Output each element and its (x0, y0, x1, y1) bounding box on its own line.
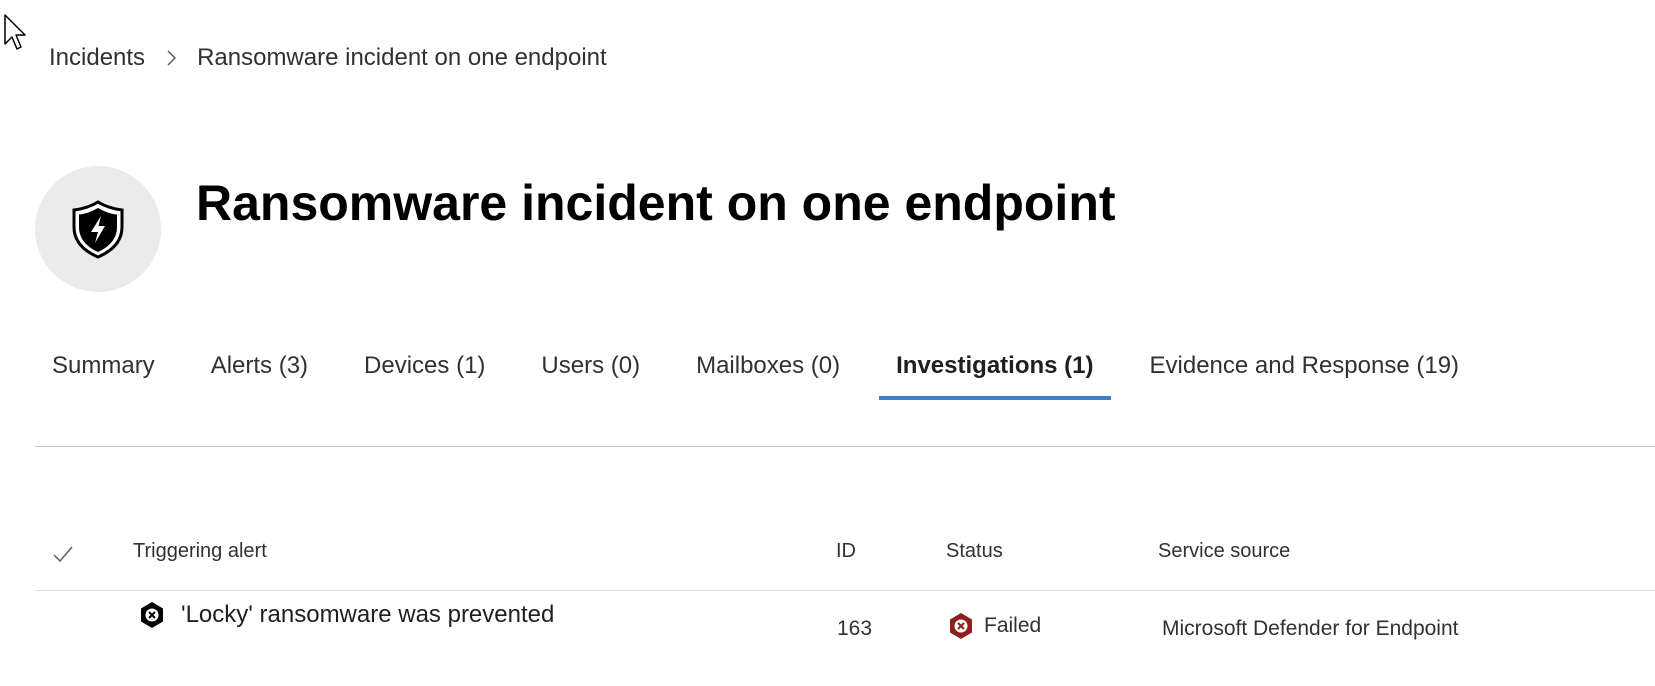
tab-summary[interactable]: Summary (35, 340, 172, 400)
column-header-service-source[interactable]: Service source (1158, 540, 1290, 563)
column-header-status[interactable]: Status (946, 540, 1003, 563)
tab-bar: Summary Alerts (3) Devices (1) Users (0)… (35, 340, 1498, 400)
tab-divider (35, 446, 1655, 447)
tab-investigations[interactable]: Investigations (1) (879, 340, 1111, 400)
chevron-right-icon (167, 50, 177, 66)
status-cell: Failed (948, 612, 1041, 640)
failed-status-icon (948, 612, 974, 640)
tab-users[interactable]: Users (0) (524, 340, 657, 400)
shield-lightning-icon (72, 200, 124, 259)
tab-evidence-and-response[interactable]: Evidence and Response (19) (1133, 340, 1477, 400)
status-text: Failed (984, 614, 1042, 637)
page: Incidents Ransomware incident on one end… (0, 0, 1655, 686)
tab-devices[interactable]: Devices (1) (347, 340, 502, 400)
breadcrumb-current: Ransomware incident on one endpoint (197, 44, 607, 71)
breadcrumb-incidents-link[interactable]: Incidents (49, 44, 145, 72)
investigations-table: Triggering alert ID Status Service sourc… (35, 530, 1655, 661)
alert-hexagon-icon (139, 601, 165, 629)
incident-header (35, 166, 161, 292)
alert-cell[interactable]: 'Locky' ransomware was prevented (139, 601, 554, 629)
alert-name-link[interactable]: 'Locky' ransomware was prevented (181, 601, 554, 629)
breadcrumb: Incidents Ransomware incident on one end… (49, 44, 607, 72)
service-source: Microsoft Defender for Endpoint (1162, 617, 1459, 640)
tab-alerts[interactable]: Alerts (3) (194, 340, 325, 400)
column-header-id[interactable]: ID (836, 540, 856, 563)
table-row[interactable]: 'Locky' ransomware was prevented 163 Fai… (35, 591, 1655, 661)
select-all-checkmark-icon[interactable] (51, 542, 75, 566)
mouse-cursor-icon (4, 14, 26, 50)
incident-avatar (35, 166, 161, 292)
table-header: Triggering alert ID Status Service sourc… (35, 530, 1655, 591)
tab-mailboxes[interactable]: Mailboxes (0) (679, 340, 857, 400)
column-header-triggering-alert[interactable]: Triggering alert (133, 540, 267, 563)
page-title: Ransomware incident on one endpoint (196, 175, 1116, 231)
investigation-id: 163 (837, 617, 873, 640)
